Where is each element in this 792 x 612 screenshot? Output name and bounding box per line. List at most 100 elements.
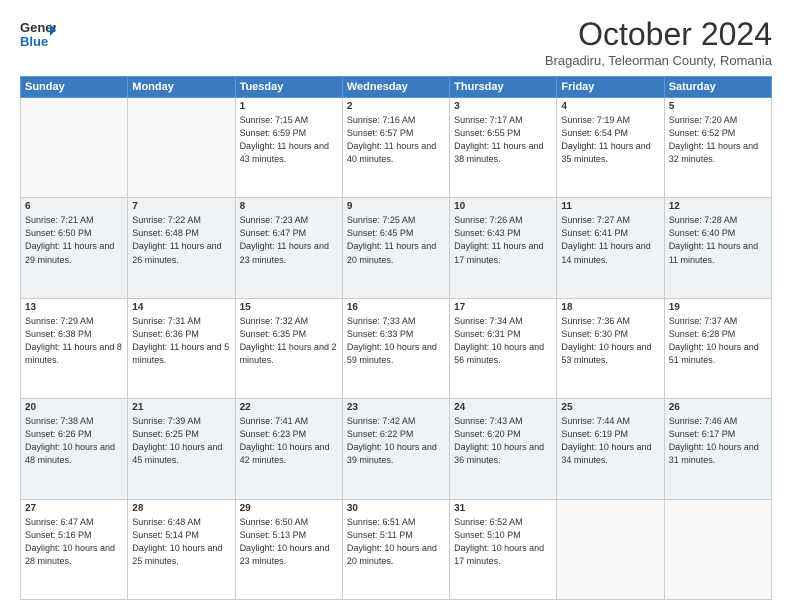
day-number: 27 xyxy=(25,503,123,514)
day-info: Sunrise: 7:46 AMSunset: 6:17 PMDaylight:… xyxy=(669,415,767,467)
logo-icon: General Blue xyxy=(20,16,56,56)
calendar-cell: 27 Sunrise: 6:47 AMSunset: 5:16 PMDayligh… xyxy=(21,499,128,599)
title-area: October 2024 Bragadiru, Teleorman County… xyxy=(545,16,772,68)
day-info: Sunrise: 6:50 AMSunset: 5:13 PMDaylight:… xyxy=(240,516,338,568)
day-number: 15 xyxy=(240,302,338,313)
day-info: Sunrise: 7:39 AMSunset: 6:25 PMDaylight:… xyxy=(132,415,230,467)
day-number: 30 xyxy=(347,503,445,514)
day-number: 2 xyxy=(347,101,445,112)
day-info: Sunrise: 7:32 AMSunset: 6:35 PMDaylight:… xyxy=(240,315,338,367)
day-info: Sunrise: 7:28 AMSunset: 6:40 PMDaylight:… xyxy=(669,214,767,266)
calendar-header-sunday: Sunday xyxy=(21,77,128,98)
day-number: 21 xyxy=(132,402,230,413)
calendar-cell: 24 Sunrise: 7:43 AMSunset: 6:20 PMDayligh… xyxy=(450,399,557,499)
day-number: 13 xyxy=(25,302,123,313)
day-info: Sunrise: 6:52 AMSunset: 5:10 PMDaylight:… xyxy=(454,516,552,568)
day-number: 24 xyxy=(454,402,552,413)
day-number: 29 xyxy=(240,503,338,514)
calendar-cell: 26Sunrise: 7:46 AMSunset: 6:17 PMDayligh… xyxy=(664,399,771,499)
day-number: 25 xyxy=(561,402,659,413)
calendar-week-row: 20Sunrise: 7:38 AMSunset: 6:26 PMDayligh… xyxy=(21,399,772,499)
calendar-cell: 14 Sunrise: 7:31 AMSunset: 6:36 PMDayligh… xyxy=(128,298,235,398)
calendar-cell: 31Sunrise: 6:52 AMSunset: 5:10 PMDayligh… xyxy=(450,499,557,599)
calendar-cell: 1Sunrise: 7:15 AMSunset: 6:59 PMDaylight… xyxy=(235,98,342,198)
calendar-cell: 28 Sunrise: 6:48 AMSunset: 5:14 PMDayligh… xyxy=(128,499,235,599)
calendar-header-monday: Monday xyxy=(128,77,235,98)
day-number: 23 xyxy=(347,402,445,413)
day-number: 22 xyxy=(240,402,338,413)
calendar-cell: 29 Sunrise: 6:50 AMSunset: 5:13 PMDayligh… xyxy=(235,499,342,599)
calendar-cell xyxy=(21,98,128,198)
calendar-header-tuesday: Tuesday xyxy=(235,77,342,98)
day-info: Sunrise: 7:19 AMSunset: 6:54 PMDaylight:… xyxy=(561,114,659,166)
day-info: Sunrise: 7:27 AMSunset: 6:41 PMDaylight:… xyxy=(561,214,659,266)
day-info: Sunrise: 7:36 AMSunset: 6:30 PMDaylight:… xyxy=(561,315,659,367)
calendar-cell: 23 Sunrise: 7:42 AMSunset: 6:22 PMDayligh… xyxy=(342,399,449,499)
svg-text:Blue: Blue xyxy=(20,34,48,49)
calendar-week-row: 27 Sunrise: 6:47 AMSunset: 5:16 PMDayligh… xyxy=(21,499,772,599)
day-info: Sunrise: 7:38 AMSunset: 6:26 PMDaylight:… xyxy=(25,415,123,467)
day-info: Sunrise: 7:34 AMSunset: 6:31 PMDaylight:… xyxy=(454,315,552,367)
day-info: Sunrise: 7:22 AMSunset: 6:48 PMDaylight:… xyxy=(132,214,230,266)
calendar-cell: 10Sunrise: 7:26 AMSunset: 6:43 PMDayligh… xyxy=(450,198,557,298)
calendar-cell: 25 Sunrise: 7:44 AMSunset: 6:19 PMDayligh… xyxy=(557,399,664,499)
calendar-cell: 30 Sunrise: 6:51 AMSunset: 5:11 PMDayligh… xyxy=(342,499,449,599)
subtitle: Bragadiru, Teleorman County, Romania xyxy=(545,53,772,68)
calendar-week-row: 13Sunrise: 7:29 AMSunset: 6:38 PMDayligh… xyxy=(21,298,772,398)
day-info: Sunrise: 7:33 AMSunset: 6:33 PMDaylight:… xyxy=(347,315,445,367)
day-info: Sunrise: 6:51 AMSunset: 5:11 PMDaylight:… xyxy=(347,516,445,568)
calendar-cell: 19 Sunrise: 7:37 AMSunset: 6:28 PMDayligh… xyxy=(664,298,771,398)
day-number: 17 xyxy=(454,302,552,313)
calendar-header-saturday: Saturday xyxy=(664,77,771,98)
calendar-cell: 16Sunrise: 7:33 AMSunset: 6:33 PMDayligh… xyxy=(342,298,449,398)
day-number: 19 xyxy=(669,302,767,313)
day-number: 7 xyxy=(132,201,230,212)
calendar-header-thursday: Thursday xyxy=(450,77,557,98)
day-number: 5 xyxy=(669,101,767,112)
day-number: 9 xyxy=(347,201,445,212)
calendar-cell xyxy=(664,499,771,599)
day-info: Sunrise: 7:17 AMSunset: 6:55 PMDaylight:… xyxy=(454,114,552,166)
day-info: Sunrise: 6:47 AMSunset: 5:16 PMDaylight:… xyxy=(25,516,123,568)
day-info: Sunrise: 7:42 AMSunset: 6:22 PMDaylight:… xyxy=(347,415,445,467)
calendar-cell: 4 Sunrise: 7:19 AMSunset: 6:54 PMDaylight… xyxy=(557,98,664,198)
calendar-cell: 6 Sunrise: 7:21 AMSunset: 6:50 PMDaylight… xyxy=(21,198,128,298)
day-number: 18 xyxy=(561,302,659,313)
calendar-cell: 22Sunrise: 7:41 AMSunset: 6:23 PMDayligh… xyxy=(235,399,342,499)
calendar-cell: 12 Sunrise: 7:28 AMSunset: 6:40 PMDayligh… xyxy=(664,198,771,298)
logo: General Blue xyxy=(20,16,56,56)
calendar-cell xyxy=(557,499,664,599)
day-info: Sunrise: 7:21 AMSunset: 6:50 PMDaylight:… xyxy=(25,214,123,266)
day-info: Sunrise: 6:48 AMSunset: 5:14 PMDaylight:… xyxy=(132,516,230,568)
calendar-table: SundayMondayTuesdayWednesdayThursdayFrid… xyxy=(20,76,772,600)
day-number: 11 xyxy=(561,201,659,212)
day-number: 14 xyxy=(132,302,230,313)
day-number: 6 xyxy=(25,201,123,212)
day-info: Sunrise: 7:43 AMSunset: 6:20 PMDaylight:… xyxy=(454,415,552,467)
calendar-cell: 21 Sunrise: 7:39 AMSunset: 6:25 PMDayligh… xyxy=(128,399,235,499)
day-info: Sunrise: 7:15 AMSunset: 6:59 PMDaylight:… xyxy=(240,114,338,166)
calendar-cell: 20Sunrise: 7:38 AMSunset: 6:26 PMDayligh… xyxy=(21,399,128,499)
day-number: 28 xyxy=(132,503,230,514)
header: General Blue October 2024 Bragadiru, Tel… xyxy=(20,16,772,68)
calendar-cell: 3 Sunrise: 7:17 AMSunset: 6:55 PMDaylight… xyxy=(450,98,557,198)
day-info: Sunrise: 7:44 AMSunset: 6:19 PMDaylight:… xyxy=(561,415,659,467)
calendar-cell: 5 Sunrise: 7:20 AMSunset: 6:52 PMDaylight… xyxy=(664,98,771,198)
calendar-cell: 8Sunrise: 7:23 AMSunset: 6:47 PMDaylight… xyxy=(235,198,342,298)
day-number: 3 xyxy=(454,101,552,112)
calendar-cell: 2 Sunrise: 7:16 AMSunset: 6:57 PMDaylight… xyxy=(342,98,449,198)
calendar-cell: 7 Sunrise: 7:22 AMSunset: 6:48 PMDaylight… xyxy=(128,198,235,298)
calendar-cell: 13Sunrise: 7:29 AMSunset: 6:38 PMDayligh… xyxy=(21,298,128,398)
calendar-cell xyxy=(128,98,235,198)
calendar-cell: 17 Sunrise: 7:34 AMSunset: 6:31 PMDayligh… xyxy=(450,298,557,398)
day-info: Sunrise: 7:31 AMSunset: 6:36 PMDaylight:… xyxy=(132,315,230,367)
day-info: Sunrise: 7:16 AMSunset: 6:57 PMDaylight:… xyxy=(347,114,445,166)
calendar-week-row: 6 Sunrise: 7:21 AMSunset: 6:50 PMDaylight… xyxy=(21,198,772,298)
day-info: Sunrise: 7:37 AMSunset: 6:28 PMDaylight:… xyxy=(669,315,767,367)
day-number: 12 xyxy=(669,201,767,212)
calendar-cell: 18 Sunrise: 7:36 AMSunset: 6:30 PMDayligh… xyxy=(557,298,664,398)
month-title: October 2024 xyxy=(545,16,772,53)
day-number: 4 xyxy=(561,101,659,112)
calendar-cell: 9Sunrise: 7:25 AMSunset: 6:45 PMDaylight… xyxy=(342,198,449,298)
day-info: Sunrise: 7:20 AMSunset: 6:52 PMDaylight:… xyxy=(669,114,767,166)
